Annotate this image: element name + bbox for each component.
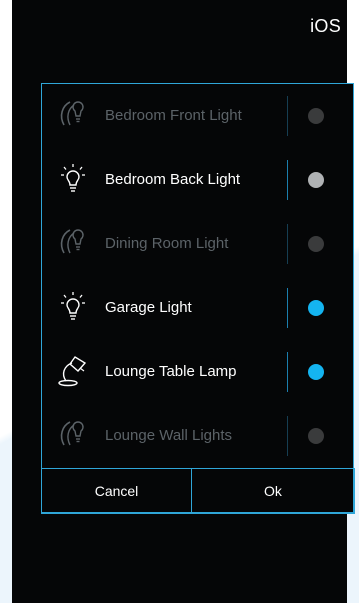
divider — [287, 352, 288, 392]
ok-button[interactable]: Ok — [191, 468, 355, 514]
toggle-indicator[interactable] — [308, 236, 324, 252]
divider — [287, 288, 288, 328]
dialog-buttons: Cancel Ok — [41, 468, 355, 514]
cancel-button[interactable]: Cancel — [41, 468, 192, 514]
list-item-label: Garage Light — [105, 299, 192, 316]
dimmed-bulb-icon — [56, 98, 90, 132]
list-item[interactable]: Lounge Wall Lights — [42, 404, 353, 468]
list-item-label: Bedroom Back Light — [105, 171, 241, 188]
list-item[interactable]: Lounge Table Lamp — [42, 340, 353, 404]
list-item-label: Bedroom Front Light — [105, 107, 242, 124]
list-item[interactable]: Dining Room Light — [42, 212, 353, 276]
divider — [287, 224, 288, 264]
list-item-label: Lounge Wall Lights — [105, 427, 233, 444]
light-list: Bedroom Front Light Bedroom Back Light D… — [42, 84, 353, 468]
toggle-indicator[interactable] — [308, 108, 324, 124]
dimmed-bulb-icon — [56, 418, 90, 452]
toggle-indicator[interactable] — [308, 300, 324, 316]
toggle-indicator[interactable] — [308, 172, 324, 188]
bulb-icon — [56, 290, 90, 324]
divider — [287, 416, 288, 456]
list-item[interactable]: Bedroom Back Light — [42, 148, 353, 212]
list-item[interactable]: Bedroom Front Light — [42, 84, 353, 148]
list-item-label: Lounge Table Lamp — [105, 363, 237, 380]
bulb-icon — [56, 162, 90, 196]
table-lamp-icon — [56, 354, 90, 388]
list-item-label: Dining Room Light — [105, 235, 229, 252]
list-item[interactable]: Garage Light — [42, 276, 353, 340]
toggle-indicator[interactable] — [308, 364, 324, 380]
light-selection-dialog: Bedroom Front Light Bedroom Back Light D… — [41, 83, 355, 514]
divider — [287, 96, 288, 136]
divider — [287, 160, 288, 200]
phone-screen: iOS Bedroom Front Light Bedroom Back Lig… — [12, 0, 355, 603]
toggle-indicator[interactable] — [308, 428, 324, 444]
dimmed-bulb-icon — [56, 226, 90, 260]
platform-label: iOS — [310, 16, 341, 36]
